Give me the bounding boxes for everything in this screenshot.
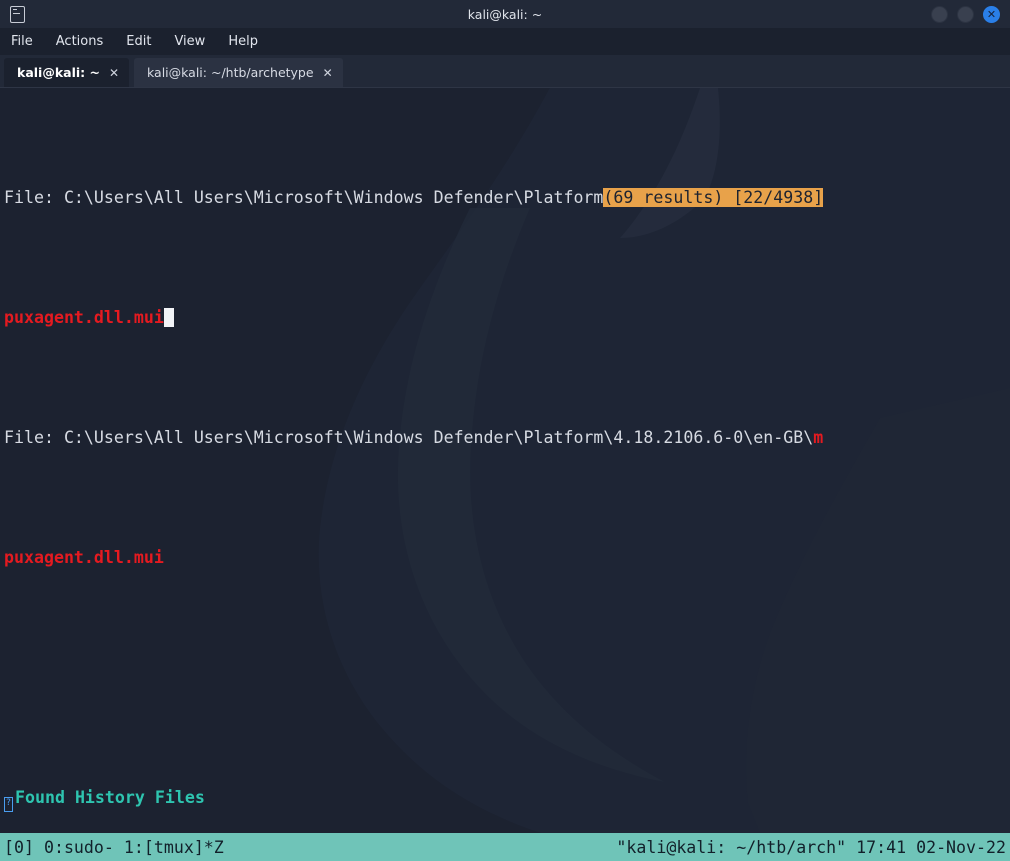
- text-cursor: [164, 308, 174, 327]
- menu-item-actions[interactable]: Actions: [53, 33, 107, 50]
- line-text: puxagent.dll.mui: [4, 308, 164, 327]
- tab-kali-home[interactable]: kali@kali: ~ ✕: [4, 58, 129, 87]
- tmux-session-clock: "kali@kali: ~/htb/arch" 17:41 02-Nov-22: [616, 838, 1008, 857]
- line-match: m: [813, 428, 823, 447]
- menu-bar: File Actions Edit View Help: [0, 28, 1010, 55]
- tab-bar: kali@kali: ~ ✕ kali@kali: ~/htb/archetyp…: [0, 55, 1010, 88]
- search-results-indicator: (69 results) [22/4938]: [603, 188, 823, 207]
- tab-label: kali@kali: ~/htb/archetype: [147, 65, 314, 80]
- minimize-button[interactable]: [931, 6, 948, 23]
- menu-item-edit[interactable]: Edit: [123, 33, 154, 50]
- tmux-window-list[interactable]: [0] 0:sudo- 1:[tmux]*Z: [4, 838, 224, 857]
- section-header-history: ?Found History Files: [4, 786, 1010, 810]
- terminal-icon: [10, 6, 25, 23]
- terminal-output[interactable]: File: C:\Users\All Users\Microsoft\Windo…: [0, 88, 1010, 833]
- maximize-button[interactable]: [957, 6, 974, 23]
- missing-glyph-icon: ?: [4, 797, 13, 812]
- title-bar: kali@kali: ~ ✕: [0, 0, 1010, 28]
- tab-label: kali@kali: ~: [17, 65, 100, 80]
- terminal-line: File: C:\Users\All Users\Microsoft\Windo…: [4, 186, 1010, 210]
- tab-close-icon[interactable]: ✕: [323, 66, 333, 80]
- close-button[interactable]: ✕: [983, 6, 1000, 23]
- tmux-status-bar: [0] 0:sudo- 1:[tmux]*Z "kali@kali: ~/htb…: [0, 833, 1010, 861]
- terminal-line: File: C:\Users\All Users\Microsoft\Windo…: [4, 426, 1010, 450]
- window-title: kali@kali: ~: [0, 7, 1010, 22]
- terminal-line: puxagent.dll.mui: [4, 546, 1010, 570]
- menu-item-view[interactable]: View: [171, 33, 208, 50]
- line-text: puxagent.dll.mui: [4, 548, 164, 567]
- menu-item-help[interactable]: Help: [225, 33, 261, 50]
- terminal-blank-line: [4, 666, 1010, 690]
- section-header-label: Found History Files: [15, 788, 205, 807]
- line-path: File: C:\Users\All Users\Microsoft\Windo…: [4, 428, 813, 447]
- window-controls: ✕: [931, 0, 1000, 28]
- tab-close-icon[interactable]: ✕: [109, 66, 119, 80]
- line-text: File: C:\Users\All Users\Microsoft\Windo…: [4, 188, 603, 207]
- terminal-window: kali@kali: ~ ✕ File Actions Edit View He…: [0, 0, 1010, 861]
- menu-item-file[interactable]: File: [8, 33, 36, 50]
- tab-htb-archetype[interactable]: kali@kali: ~/htb/archetype ✕: [134, 58, 343, 87]
- terminal-line: puxagent.dll.mui: [4, 306, 1010, 330]
- terminal-lines: File: C:\Users\All Users\Microsoft\Windo…: [4, 90, 1010, 833]
